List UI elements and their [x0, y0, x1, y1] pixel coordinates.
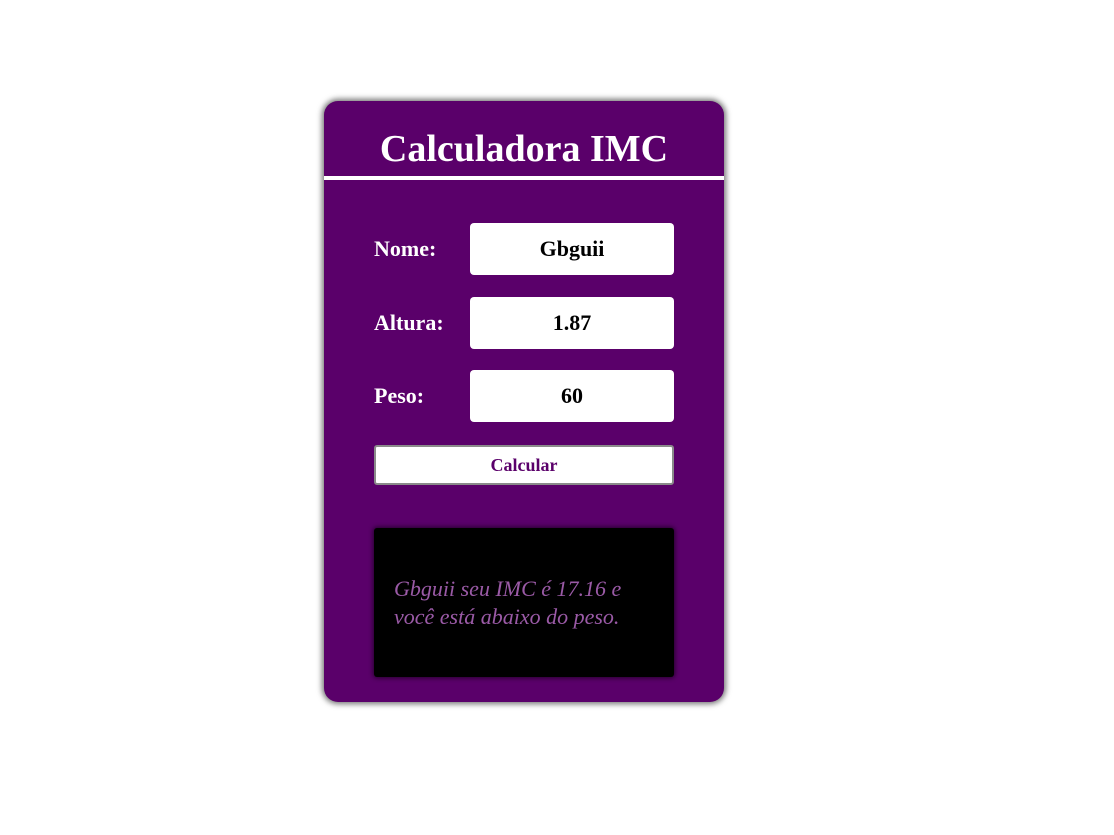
name-row: Nome:: [374, 223, 674, 275]
height-label: Altura:: [374, 310, 444, 335]
weight-input[interactable]: [470, 370, 674, 422]
result-panel: Gbguii seu IMC é 17.16 e você está abaix…: [374, 528, 674, 677]
height-input[interactable]: [470, 297, 674, 349]
title-divider: [324, 176, 724, 180]
name-label: Nome:: [374, 236, 437, 261]
name-input[interactable]: [470, 223, 674, 275]
height-row: Altura:: [374, 297, 674, 349]
result-text: Gbguii seu IMC é 17.16 e você está abaix…: [394, 575, 622, 629]
weight-row: Peso:: [374, 370, 674, 422]
page-title: Calculadora IMC: [379, 128, 669, 170]
weight-label: Peso:: [374, 383, 425, 408]
calculator-card: Calculadora IMC Nome: Altura: Peso: Calc…: [324, 101, 724, 702]
calculate-button[interactable]: Calcular: [374, 445, 674, 485]
